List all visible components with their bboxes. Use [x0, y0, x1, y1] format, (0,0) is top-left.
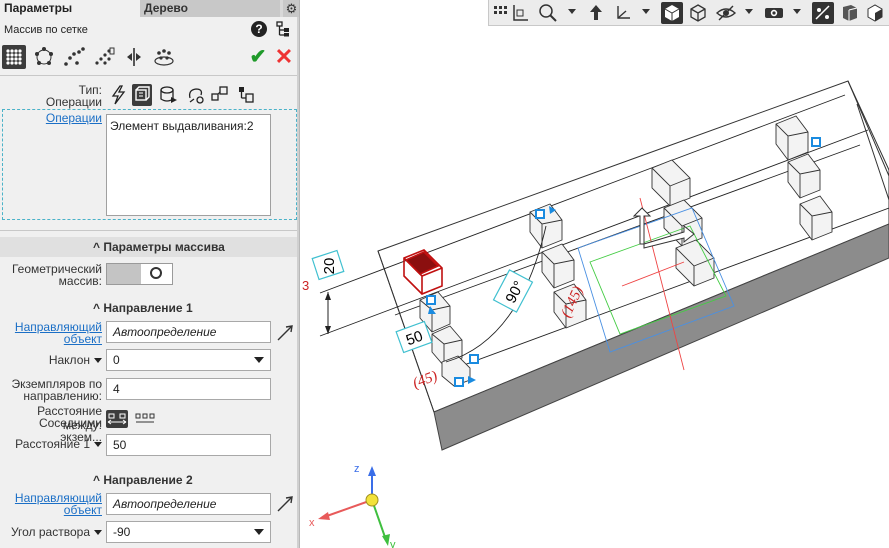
- list-item[interactable]: Элемент выдавливания:2: [110, 119, 267, 133]
- instance-cube: [799, 195, 833, 241]
- dimension-20-text[interactable]: 20: [321, 258, 338, 275]
- chevron-down-icon: [254, 529, 264, 535]
- instance-cube: [775, 115, 809, 161]
- geometric-array-label-2: массив:: [58, 274, 102, 288]
- axis-z-label: z: [354, 463, 360, 475]
- distance1-label[interactable]: Расстояние 1: [2, 437, 102, 451]
- help-icon[interactable]: ?: [251, 21, 267, 37]
- tab-tree[interactable]: Дерево: [140, 0, 280, 17]
- divider: [0, 75, 299, 76]
- instance-cube: [651, 159, 691, 207]
- direction1-guide-field[interactable]: Автоопределение: [106, 321, 271, 343]
- instance-cube: [787, 153, 821, 199]
- table-array-icon[interactable]: [152, 45, 176, 69]
- chevron-down-icon[interactable]: [745, 9, 753, 14]
- view-toolbar: [488, 0, 889, 26]
- dimension-50: 50: [395, 320, 433, 354]
- instance-cube: [541, 243, 575, 289]
- adjacent-instances-icon[interactable]: [106, 410, 128, 428]
- section-tool-icon[interactable]: [812, 2, 834, 24]
- toggle-track: [107, 264, 141, 284]
- point-array-icon[interactable]: [92, 45, 116, 69]
- handle-square[interactable]: [535, 209, 545, 219]
- tab-parameters[interactable]: Параметры: [0, 0, 140, 17]
- direction1-guide-link-2[interactable]: объект: [2, 332, 102, 346]
- orientation-axes-icon[interactable]: [612, 2, 634, 24]
- chevron-down-icon: [254, 357, 264, 363]
- mirror-array-icon[interactable]: [122, 45, 146, 69]
- dropdown-triangle-icon: [94, 530, 102, 536]
- pick-direction-arrow-icon[interactable]: [276, 324, 294, 342]
- divider: [0, 230, 299, 231]
- handle-square[interactable]: [426, 295, 436, 305]
- operations-listbox[interactable]: Элемент выдавливания:2: [106, 114, 271, 216]
- zoom-icon[interactable]: [537, 2, 559, 24]
- array-params-header[interactable]: ^ Параметры массива: [0, 237, 299, 257]
- model-scene[interactable]: 20 3 50 90° (45) (145) z x y: [300, 26, 889, 548]
- pick-direction-arrow-icon[interactable]: [276, 495, 294, 513]
- panel-tabs: Параметры Дерево ⚙: [0, 0, 299, 17]
- cancel-x-button[interactable]: ✕: [273, 46, 295, 68]
- direction1-count-field[interactable]: 4: [106, 378, 271, 400]
- operation-solid-icon[interactable]: [158, 84, 178, 106]
- operation-bodies-icon[interactable]: [132, 84, 152, 106]
- dimension-20: 20: [311, 249, 345, 334]
- display-mode-icon[interactable]: [763, 2, 785, 24]
- coordinate-axes-icon[interactable]: [509, 2, 531, 24]
- cube-view-icon[interactable]: [864, 2, 886, 24]
- operation-components-icon[interactable]: [236, 84, 256, 106]
- direction1-tilt-select[interactable]: 0: [106, 349, 271, 371]
- operation-points-icon[interactable]: [210, 84, 230, 106]
- operations-link[interactable]: Операции: [30, 111, 102, 125]
- axis-triad: z x y: [309, 463, 396, 548]
- type-value-label: Операции: [45, 95, 102, 109]
- toggle-circle-icon: [150, 267, 162, 279]
- distance1-field[interactable]: 50: [106, 434, 271, 456]
- tree-structure-icon[interactable]: [276, 21, 290, 37]
- hide-eye-icon[interactable]: [715, 2, 737, 24]
- wireframe-cube-icon[interactable]: [687, 2, 709, 24]
- shaded-cube-icon[interactable]: [661, 2, 683, 24]
- direction1-count-label-2: направлению:: [23, 389, 102, 403]
- dropdown-triangle-icon: [94, 358, 102, 364]
- direction2-guide-field[interactable]: Автоопределение: [106, 493, 271, 515]
- red-dimension-45[interactable]: (45): [411, 368, 440, 392]
- overall-distance-icon[interactable]: [134, 410, 156, 428]
- direction2-angle-label[interactable]: Угол раствора: [2, 525, 102, 539]
- chevron-down-icon[interactable]: [642, 9, 650, 14]
- direction2-angle-select[interactable]: -90: [106, 521, 271, 543]
- operation-lightning-icon[interactable]: [108, 84, 128, 106]
- chevron-down-icon[interactable]: [793, 9, 801, 14]
- chevron-up-icon: ^: [93, 473, 101, 487]
- handle-arrow[interactable]: [468, 376, 476, 384]
- source-element-red: [403, 249, 443, 295]
- direction1-tilt-label[interactable]: Наклон: [2, 353, 102, 367]
- curve-array-icon[interactable]: [62, 45, 86, 69]
- dropdown-triangle-icon: [94, 442, 102, 448]
- handle-square[interactable]: [454, 377, 464, 387]
- axis-x-label: x: [309, 517, 315, 529]
- operation-curve-icon[interactable]: [186, 84, 206, 106]
- chevron-up-icon: ^: [93, 301, 101, 315]
- circular-array-icon[interactable]: [32, 45, 56, 69]
- direction2-guide-link-2[interactable]: объект: [2, 503, 102, 517]
- axis-y-label: y: [390, 539, 396, 548]
- layers-icon[interactable]: [839, 2, 861, 24]
- direction1-header[interactable]: ^ Направление 1: [93, 301, 193, 315]
- red-dimension-fragment: 3: [302, 278, 309, 293]
- chevron-up-icon: ^: [93, 240, 101, 254]
- handle-square[interactable]: [469, 354, 479, 364]
- gear-icon[interactable]: ⚙: [283, 0, 299, 17]
- geometric-array-toggle[interactable]: [106, 263, 173, 285]
- parameters-panel: Параметры Дерево ⚙ Массив по сетке ? ✔ ✕…: [0, 0, 300, 548]
- ok-checkmark-button[interactable]: ✔: [248, 46, 268, 68]
- direction2-header[interactable]: ^ Направление 2: [93, 473, 193, 487]
- chevron-down-icon[interactable]: [568, 9, 576, 14]
- operation-title: Массив по сетке: [4, 24, 88, 36]
- orient-up-icon[interactable]: [585, 2, 607, 24]
- handle-square[interactable]: [811, 137, 821, 147]
- grid-array-icon[interactable]: [2, 45, 26, 69]
